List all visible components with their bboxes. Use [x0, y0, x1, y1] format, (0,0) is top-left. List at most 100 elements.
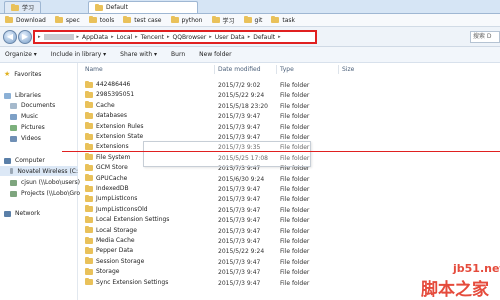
- folder-icon: [85, 257, 93, 265]
- nav-favorites[interactable]: ★ Favorites: [4, 70, 41, 78]
- include-in-library-button[interactable]: Include in library ▾: [51, 51, 106, 58]
- folder-icon: [85, 111, 93, 119]
- bookmark-label: git: [254, 16, 263, 24]
- file-name-cell: Local Extension Settings: [85, 215, 170, 224]
- file-name-cell: Session Storage: [85, 257, 144, 265]
- folder-icon: [271, 16, 280, 23]
- path-segment[interactable]: AppData: [82, 34, 108, 41]
- file-date: 2015/7/3 9:47: [218, 123, 261, 131]
- nav-projects-drive[interactable]: Projects (\\Lobo\Gro: [10, 190, 80, 197]
- nav-libraries[interactable]: Libraries: [4, 92, 41, 99]
- column-header-size[interactable]: Size: [342, 66, 354, 73]
- folder-icon: [85, 278, 93, 286]
- file-row[interactable]: 2985395051 2015/5/22 9:24 File folder: [80, 90, 500, 100]
- file-row[interactable]: JumpListIcons 2015/7/3 9:47 File folder: [80, 194, 500, 204]
- tab-default[interactable]: Default: [88, 1, 198, 13]
- file-row[interactable]: Local Extension Settings 2015/7/3 9:47 Fil…: [80, 215, 500, 225]
- file-row[interactable]: GPUCache 2015/6/30 9:24 File folder: [80, 174, 500, 184]
- file-row[interactable]: Pepper Data 2015/5/22 9:24 File folder: [80, 246, 500, 256]
- bookmark-spec[interactable]: spec: [54, 16, 80, 24]
- burn-button[interactable]: Burn: [171, 51, 185, 58]
- bookmark-download[interactable]: Download: [5, 16, 46, 24]
- chevron-right-icon: ▸: [278, 34, 281, 40]
- bookmark-test-case[interactable]: test case: [123, 16, 162, 24]
- path-segment[interactable]: User Data: [215, 34, 245, 41]
- file-name-cell: JumpListIconsOld: [85, 205, 148, 213]
- folder-icon: [85, 80, 93, 88]
- file-date: 2015/7/3 9:47: [218, 196, 261, 204]
- nav-label: Network: [15, 210, 41, 217]
- nav-novatel-drive[interactable]: Novatel Wireless (C:: [0, 166, 78, 176]
- nav-network[interactable]: Network: [4, 210, 40, 217]
- file-row[interactable]: Session Storage 2015/7/3 9:47 File folder: [80, 257, 500, 267]
- file-name: Local Extension Settings: [96, 216, 170, 224]
- file-name-cell: Local Storage: [85, 226, 137, 234]
- nav-music[interactable]: Music: [10, 113, 38, 120]
- file-type: File folder: [280, 134, 310, 141]
- file-name: 442486446: [96, 81, 131, 88]
- tab-study[interactable]: 学习: [4, 1, 42, 13]
- folder-icon: [85, 153, 93, 161]
- file-name-cell: 2985395051: [85, 90, 134, 98]
- file-row[interactable]: Media Cache 2015/7/3 9:47 File folder: [80, 236, 500, 246]
- new-folder-button[interactable]: New folder: [199, 51, 231, 58]
- file-type: File folder: [280, 217, 310, 225]
- file-row[interactable]: JumpListIconsOld 2015/7/3 9:47 File folder: [80, 205, 500, 215]
- bookmark-study[interactable]: 学习: [211, 16, 235, 25]
- folder-icon: [243, 16, 252, 23]
- blurred-path-segment: [43, 34, 74, 40]
- nav-cjsun-drive[interactable]: cjsun (\\Lobo\users): [10, 179, 80, 186]
- nav-label: cjsun (\\Lobo\users): [21, 179, 80, 186]
- back-arrow-icon[interactable]: ◀: [3, 30, 17, 44]
- path-segment[interactable]: Tencent: [141, 34, 164, 41]
- file-row[interactable]: 442486446 2015/7/2 9:02 File folder: [80, 80, 500, 90]
- bookmark-task[interactable]: task: [271, 16, 295, 24]
- column-header-name[interactable]: Name: [85, 66, 103, 73]
- path-segment[interactable]: Default: [253, 34, 275, 41]
- file-name-cell: Cache: [85, 101, 115, 109]
- file-date: 2015/7/3 9:47: [218, 269, 261, 277]
- folder-icon: [123, 16, 132, 23]
- star-icon: ★: [4, 70, 11, 78]
- file-type: File folder: [280, 102, 310, 110]
- forward-arrow-icon[interactable]: ▶: [18, 30, 32, 44]
- column-header-type[interactable]: Type: [280, 66, 294, 73]
- bookmark-tools[interactable]: tools: [88, 16, 114, 24]
- videos-icon: [10, 135, 17, 142]
- nav-computer[interactable]: Computer: [4, 157, 45, 164]
- folder-icon: [85, 215, 93, 223]
- library-icon: [4, 92, 11, 99]
- bookmark-git[interactable]: git: [243, 16, 263, 24]
- nav-videos[interactable]: Videos: [10, 135, 41, 142]
- search-input[interactable]: 搜索 D: [470, 31, 500, 43]
- share-with-button[interactable]: Share with ▾: [120, 51, 157, 58]
- file-row[interactable]: databases 2015/7/3 9:47 File folder: [80, 111, 500, 121]
- organize-button[interactable]: Organize ▾: [5, 51, 37, 58]
- file-row[interactable]: Cache 2015/5/18 23:20 File folder: [80, 101, 500, 111]
- bookmarks-bar: Download spec tools test case python 学习 …: [0, 14, 500, 27]
- tab-label: 学习: [22, 5, 35, 12]
- path-segment[interactable]: Local: [117, 34, 133, 41]
- bookmark-python[interactable]: python: [170, 16, 203, 24]
- watermark-url: jb51.net: [453, 262, 500, 275]
- column-divider[interactable]: [338, 65, 339, 74]
- file-row[interactable]: Extension Rules 2015/7/3 9:47 File folder: [80, 122, 500, 132]
- file-row[interactable]: Local Storage 2015/7/3 9:47 File folder: [80, 226, 500, 236]
- column-header-date[interactable]: Date modified: [218, 66, 261, 73]
- nav-label: Music: [21, 113, 39, 120]
- file-name: Cache: [96, 101, 115, 109]
- network-drive-icon: [10, 190, 17, 197]
- file-name: Local Storage: [96, 226, 137, 234]
- folder-icon: [85, 267, 93, 275]
- file-row[interactable]: IndexedDB 2015/7/3 9:47 File folder: [80, 184, 500, 194]
- column-divider[interactable]: [276, 65, 277, 74]
- file-name-cell: Storage: [85, 267, 119, 275]
- address-bar[interactable]: ▸ ▸ AppData ▸ Local ▸ Tencent ▸ QQBrowse…: [33, 30, 317, 44]
- documents-icon: [10, 102, 17, 109]
- path-segment[interactable]: QQBrowser: [173, 34, 207, 41]
- column-divider[interactable]: [214, 65, 215, 74]
- nav-documents[interactable]: Documents: [10, 102, 55, 109]
- nav-pictures[interactable]: Pictures: [10, 124, 45, 131]
- nav-label: Novatel Wireless (C:: [17, 167, 78, 175]
- nav-label: Projects (\\Lobo\Gro: [21, 190, 81, 197]
